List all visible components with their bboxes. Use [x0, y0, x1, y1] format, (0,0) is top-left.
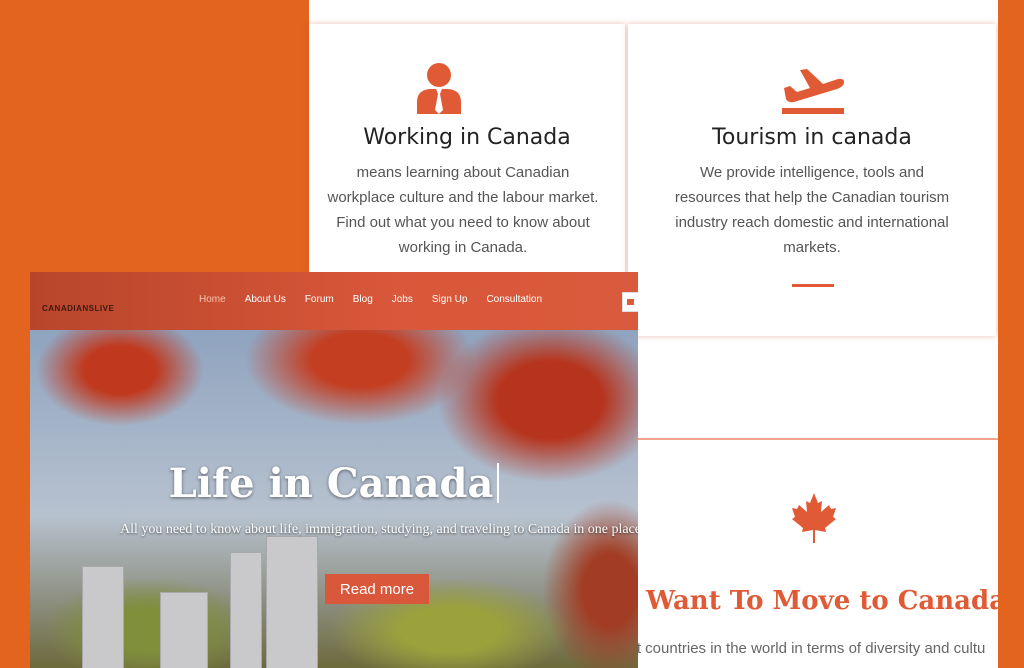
tourism-in-canada-card: Tourism in canada We provide intelligenc… — [628, 24, 996, 336]
card-description: We provide intelligence, tools and resou… — [674, 164, 950, 256]
hero-title: Life in Canada — [30, 460, 638, 507]
building — [82, 566, 124, 668]
hero-banner: Life in Canada All you need to know abou… — [30, 330, 638, 668]
nav-sign-up[interactable]: Sign Up — [432, 294, 468, 305]
canada-flag-icon[interactable] — [622, 292, 638, 312]
nav-consultation[interactable]: Consultation — [486, 294, 542, 305]
site-logo[interactable]: CANADIANSLIVE — [42, 304, 114, 313]
nav-home[interactable]: Home — [199, 294, 226, 305]
navbar: CANADIANSLIVE Home About Us Forum Blog J… — [30, 272, 638, 330]
maple-leaf-icon — [791, 492, 837, 548]
right-border-strip — [998, 0, 1024, 668]
working-in-canada-card: Working in Canada means learning about C… — [309, 24, 625, 274]
airplane-icon — [780, 64, 846, 120]
building — [160, 592, 208, 668]
person-tie-icon — [416, 62, 462, 118]
card-description: means learning about Canadian workplace … — [327, 164, 599, 256]
read-more-button[interactable]: Read more — [325, 574, 429, 604]
nav-blog[interactable]: Blog — [353, 294, 373, 305]
card-title: Working in Canada — [363, 125, 571, 150]
hero-subtitle: All you need to know about life, immigra… — [120, 522, 638, 537]
move-to-canada-text: est countries in the world in terms of d… — [621, 640, 986, 657]
card-underline — [792, 284, 834, 287]
move-to-canada-heading: Want To Move to Canada? — [646, 586, 1022, 616]
building — [230, 552, 262, 668]
nav-about-us[interactable]: About Us — [245, 294, 286, 305]
building — [266, 536, 318, 668]
card-title: Tourism in canada — [712, 125, 912, 150]
nav-forum[interactable]: Forum — [305, 294, 334, 305]
nav-jobs[interactable]: Jobs — [392, 294, 413, 305]
website-screenshot: CANADIANSLIVE Home About Us Forum Blog J… — [30, 272, 638, 668]
main-nav: Home About Us Forum Blog Jobs Sign Up Co… — [199, 294, 561, 305]
typing-cursor — [497, 463, 500, 503]
section-divider — [638, 438, 998, 440]
